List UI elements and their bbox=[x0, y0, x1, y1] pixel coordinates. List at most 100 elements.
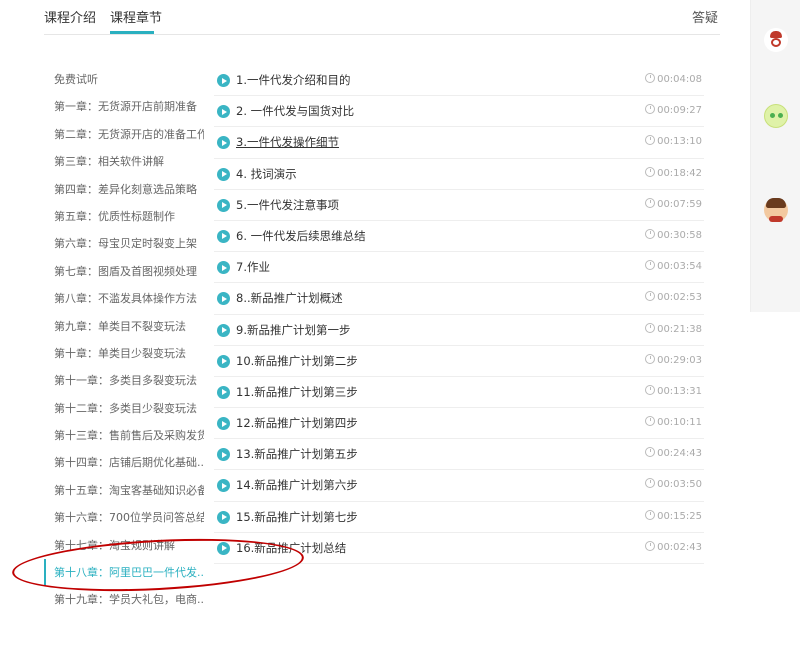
lesson-title[interactable]: 4. 找词演示 bbox=[236, 159, 297, 189]
lesson-row[interactable]: 15.新品推广计划第七步 00:15:25 bbox=[214, 502, 704, 533]
chapter-item-active[interactable]: 第十八章：阿里巴巴一件代发... bbox=[44, 559, 204, 587]
clock-icon bbox=[645, 478, 656, 489]
play-icon[interactable] bbox=[217, 541, 230, 555]
lesson-row[interactable]: 10.新品推广计划第二步 00:29:03 bbox=[214, 346, 704, 377]
lesson-duration: 00:18:42 bbox=[645, 159, 702, 189]
lesson-duration-text: 00:13:31 bbox=[657, 385, 702, 397]
chapter-item[interactable]: 第三章：相关软件讲解 bbox=[44, 148, 204, 175]
chapter-item[interactable]: 第十九章：学员大礼包，电商... bbox=[44, 586, 204, 613]
lesson-title[interactable]: 14.新品推广计划第六步 bbox=[236, 470, 358, 500]
lesson-title[interactable]: 15.新品推广计划第七步 bbox=[236, 502, 358, 532]
lesson-title[interactable]: 10.新品推广计划第二步 bbox=[236, 346, 358, 376]
clock-icon bbox=[645, 540, 656, 551]
lesson-title[interactable]: 12.新品推广计划第四步 bbox=[236, 408, 358, 438]
lesson-duration: 00:30:58 bbox=[645, 221, 702, 251]
tab-course-chapters[interactable]: 课程章节 bbox=[110, 7, 162, 26]
chapter-item[interactable]: 第八章：不滥发具体操作方法 bbox=[44, 285, 204, 312]
avatar[interactable] bbox=[764, 104, 788, 128]
chapter-item[interactable]: 第四章：差异化刻意选品策略 bbox=[44, 176, 204, 203]
lesson-duration: 00:02:43 bbox=[645, 533, 702, 563]
lesson-row[interactable]: 8..新品推广计划概述 00:02:53 bbox=[214, 283, 704, 315]
lesson-title[interactable]: 13.新品推广计划第五步 bbox=[236, 439, 358, 469]
lesson-duration: 00:09:27 bbox=[645, 96, 702, 126]
lesson-row[interactable]: 7.作业 00:03:54 bbox=[214, 252, 704, 284]
play-icon[interactable] bbox=[217, 198, 230, 212]
play-icon[interactable] bbox=[217, 354, 230, 368]
chapter-item[interactable]: 第二章：无货源开店的准备工作 bbox=[44, 121, 204, 148]
lesson-row[interactable]: 2. 一件代发与国货对比 00:09:27 bbox=[214, 96, 704, 128]
play-icon[interactable] bbox=[217, 74, 230, 87]
play-icon[interactable] bbox=[217, 136, 230, 150]
play-icon[interactable] bbox=[217, 448, 230, 462]
lesson-row[interactable]: 14.新品推广计划第六步 00:03:50 bbox=[214, 470, 704, 502]
clock-icon bbox=[645, 416, 656, 427]
lesson-title[interactable]: 11.新品推广计划第三步 bbox=[236, 377, 358, 407]
lesson-duration: 00:21:38 bbox=[645, 315, 702, 345]
lesson-title[interactable]: 1.一件代发介绍和目的 bbox=[236, 65, 350, 95]
chapter-item[interactable]: 免费试听 bbox=[44, 66, 204, 93]
play-icon[interactable] bbox=[217, 510, 230, 524]
lesson-duration-text: 00:30:58 bbox=[657, 229, 702, 241]
play-icon[interactable] bbox=[217, 261, 230, 275]
chapter-item[interactable]: 第七章：图盾及首图视频处理 bbox=[44, 258, 204, 285]
play-icon[interactable] bbox=[217, 385, 230, 399]
play-icon[interactable] bbox=[217, 479, 230, 493]
lesson-duration: 00:13:31 bbox=[645, 377, 702, 407]
lesson-row[interactable]: 9.新品推广计划第一步 00:21:38 bbox=[214, 315, 704, 346]
active-tab-indicator bbox=[110, 31, 154, 34]
lesson-row[interactable]: 5.一件代发注意事项 00:07:59 bbox=[214, 190, 704, 221]
play-icon[interactable] bbox=[217, 323, 230, 337]
chapter-item[interactable]: 第十一章：多类目多裂变玩法 bbox=[44, 367, 204, 394]
lesson-duration-text: 00:02:53 bbox=[657, 292, 702, 304]
tab-course-intro[interactable]: 课程介绍 bbox=[44, 7, 96, 26]
lesson-title[interactable]: 2. 一件代发与国货对比 bbox=[236, 96, 354, 126]
play-icon[interactable] bbox=[217, 167, 230, 181]
lesson-title[interactable]: 5.一件代发注意事项 bbox=[236, 190, 339, 220]
play-icon[interactable] bbox=[217, 292, 230, 306]
lesson-duration: 00:15:25 bbox=[645, 502, 702, 532]
lesson-row[interactable]: 16.新品推广计划总结 00:02:43 bbox=[214, 533, 704, 564]
clock-icon bbox=[645, 509, 656, 520]
tab-qa[interactable]: 答疑 bbox=[692, 7, 718, 26]
lesson-row[interactable]: 1.一件代发介绍和目的 00:04:08 bbox=[214, 65, 704, 97]
clock-icon bbox=[645, 353, 656, 364]
chapter-item[interactable]: 第十二章：多类目少裂变玩法 bbox=[44, 395, 204, 422]
clock-icon bbox=[645, 384, 656, 395]
lesson-duration-text: 00:09:27 bbox=[657, 105, 702, 117]
lesson-duration-text: 00:10:11 bbox=[657, 417, 702, 429]
avatar[interactable] bbox=[764, 198, 788, 222]
right-sidebar bbox=[750, 0, 800, 312]
lesson-title[interactable]: 9.新品推广计划第一步 bbox=[236, 315, 350, 345]
clock-icon bbox=[645, 73, 656, 83]
lesson-row[interactable]: 6. 一件代发后续思维总结 00:30:58 bbox=[214, 221, 704, 253]
lesson-title[interactable]: 8..新品推广计划概述 bbox=[236, 283, 343, 313]
chapter-item[interactable]: 第十章：单类目少裂变玩法 bbox=[44, 340, 204, 367]
lesson-duration-text: 00:29:03 bbox=[657, 354, 702, 366]
lesson-row[interactable]: 12.新品推广计划第四步 00:10:11 bbox=[214, 408, 704, 440]
lesson-row[interactable]: 4. 找词演示 00:18:42 bbox=[214, 159, 704, 190]
chapter-item[interactable]: 第五章：优质性标题制作 bbox=[44, 203, 204, 230]
chapter-item[interactable]: 第十六章：700位学员问答总结 bbox=[44, 504, 204, 531]
clock-icon bbox=[645, 291, 656, 302]
chapter-item[interactable]: 第一章：无货源开店前期准备 bbox=[44, 93, 204, 120]
lesson-title[interactable]: 7.作业 bbox=[236, 252, 270, 282]
play-icon[interactable] bbox=[217, 105, 230, 119]
play-icon[interactable] bbox=[217, 229, 230, 243]
lesson-title[interactable]: 6. 一件代发后续思维总结 bbox=[236, 221, 366, 251]
lesson-title[interactable]: 3.一件代发操作细节 bbox=[236, 127, 339, 157]
lesson-row[interactable]: 11.新品推广计划第三步 00:13:31 bbox=[214, 377, 704, 409]
lesson-row[interactable]: 13.新品推广计划第五步 00:24:43 bbox=[214, 439, 704, 471]
chapter-item[interactable]: 第十三章：售前售后及采购发货 bbox=[44, 422, 204, 449]
chapter-item[interactable]: 第六章：母宝贝定时裂变上架 bbox=[44, 230, 204, 257]
lesson-duration-text: 00:13:10 bbox=[657, 136, 702, 148]
chapter-item[interactable]: 第十五章：淘宝客基础知识必备 bbox=[44, 477, 204, 504]
play-icon[interactable] bbox=[217, 417, 230, 431]
lesson-row[interactable]: 3.一件代发操作细节 00:13:10 bbox=[214, 127, 704, 159]
lesson-duration: 00:02:53 bbox=[645, 283, 702, 313]
avatar[interactable] bbox=[764, 28, 788, 52]
lesson-title[interactable]: 16.新品推广计划总结 bbox=[236, 533, 346, 563]
clock-icon bbox=[645, 104, 656, 115]
chapter-item[interactable]: 第十七章：淘宝规则讲解 bbox=[44, 532, 204, 559]
chapter-item[interactable]: 第十四章：店铺后期优化基础... bbox=[44, 449, 204, 476]
chapter-item[interactable]: 第九章：单类目不裂变玩法 bbox=[44, 313, 204, 340]
